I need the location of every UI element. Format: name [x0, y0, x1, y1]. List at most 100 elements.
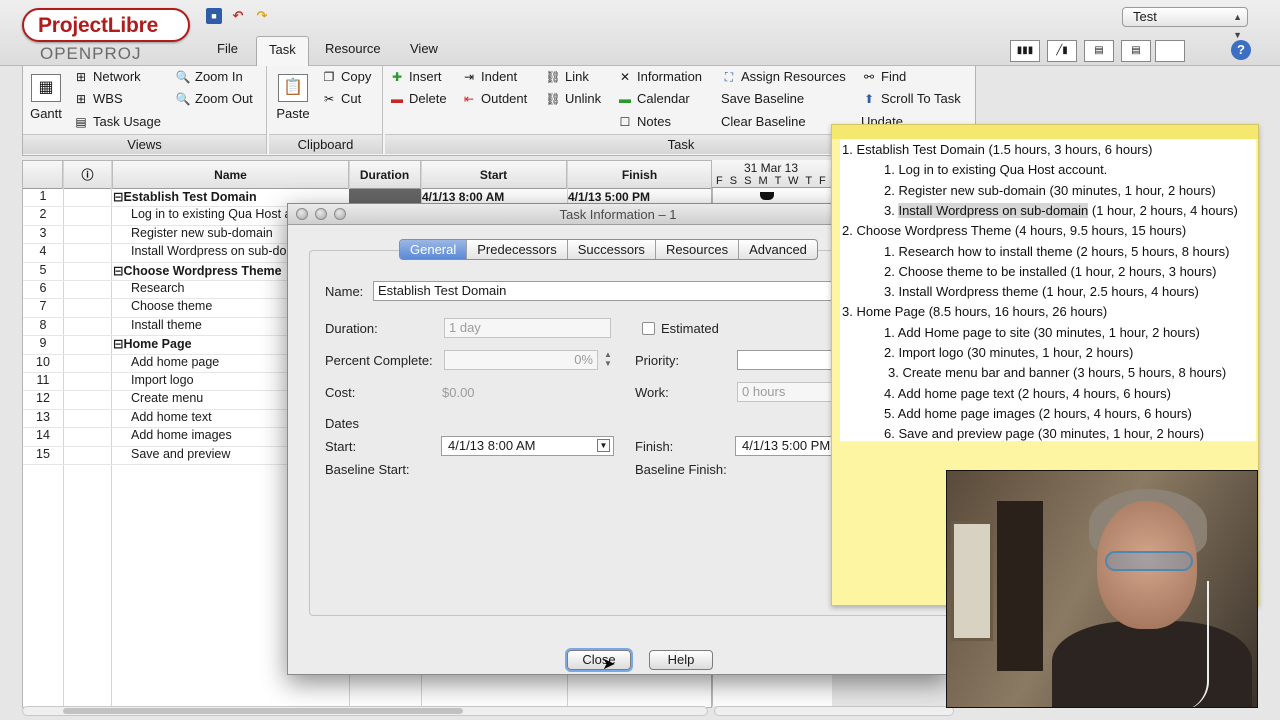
paste-button[interactable]: 📋 Paste: [273, 74, 313, 121]
help-icon[interactable]: ?: [1231, 40, 1251, 60]
minimize-window-icon[interactable]: [315, 208, 327, 220]
note-line-text: 2. Choose Wordpress Theme (4 hours, 9.5 …: [842, 223, 1187, 239]
resource-chart-icon[interactable]: ╱▮: [1047, 40, 1077, 62]
copy-button[interactable]: ❐ Copy: [321, 68, 372, 86]
header-finish[interactable]: Finish: [567, 161, 713, 189]
first-start-cell[interactable]: 4/1/13 8:00 AM: [422, 190, 504, 204]
task-usage-icon[interactable]: ▤: [1084, 40, 1114, 62]
redo-icon[interactable]: ↷: [254, 8, 270, 24]
menu-view[interactable]: View: [398, 36, 450, 64]
estimated-checkbox[interactable]: [642, 322, 655, 335]
information-button[interactable]: ✕ Information: [617, 68, 702, 86]
help-button[interactable]: Help: [649, 650, 713, 670]
assign-resources-button[interactable]: ⛶ Assign Resources: [721, 68, 846, 86]
tab-successors[interactable]: Successors: [568, 240, 656, 259]
close-window-icon[interactable]: [296, 208, 308, 220]
resource-histogram-icon[interactable]: ▮▮▮: [1010, 40, 1040, 62]
save-icon[interactable]: ■: [206, 8, 222, 24]
header-name[interactable]: Name: [113, 161, 349, 189]
work-label: Work:: [635, 385, 669, 400]
delete-label: Delete: [409, 91, 447, 106]
task-name-cell[interactable]: ⊟Establish Test Domain: [113, 189, 353, 204]
task-usage-small-icon: ▤: [75, 115, 87, 129]
header-start[interactable]: Start: [421, 161, 567, 189]
tools-icon: ✕: [619, 70, 631, 84]
timeline-scrollbar[interactable]: [714, 706, 954, 716]
task-usage-button[interactable]: ▤ Task Usage: [73, 113, 161, 131]
finish-date-field[interactable]: 4/1/13 5:00 PM: [735, 436, 843, 456]
find-button[interactable]: ⚯ Find: [861, 68, 906, 86]
outdent-icon: ⇤: [463, 92, 475, 106]
percent-complete-field[interactable]: 0%: [444, 350, 598, 370]
zoom-window-icon[interactable]: [334, 208, 346, 220]
row-id: 12: [36, 391, 50, 406]
tab-general[interactable]: General: [400, 240, 468, 259]
info-icon: ⓘ: [81, 168, 94, 182]
logo-text: ProjectLibre: [38, 14, 159, 37]
note-line-text: 3. Install Wordpress theme (1 hour, 2.5 …: [884, 284, 1199, 300]
start-date-field[interactable]: 4/1/13 8:00 AM ▼: [441, 436, 614, 456]
row-id: 4: [39, 244, 47, 259]
scroll-to-task-button[interactable]: ⬆ Scroll To Task: [861, 90, 961, 108]
tab-predecessors[interactable]: Predecessors: [467, 240, 568, 259]
tab-resources[interactable]: Resources: [656, 240, 740, 259]
tab-advanced[interactable]: Advanced: [739, 240, 817, 259]
note-line-text: 5. Add home page images (2 hours, 4 hour…: [884, 405, 1192, 421]
cut-button[interactable]: ✂ Cut: [321, 90, 361, 108]
calendar-button[interactable]: ▬ Calendar: [617, 90, 690, 108]
zoom-in-button[interactable]: 🔍 Zoom In: [175, 68, 243, 86]
minus-icon: ▬: [391, 92, 403, 106]
zoom-out-label: Zoom Out: [195, 91, 253, 106]
blank-view-icon[interactable]: [1155, 40, 1185, 62]
note-line: 2. Register new sub-domain (30 minutes, …: [884, 183, 1216, 198]
link-button[interactable]: ⛓ Link: [545, 68, 588, 86]
table-scrollbar[interactable]: [22, 706, 708, 716]
duration-field[interactable]: 1 day: [444, 318, 611, 338]
close-button[interactable]: Close: [567, 650, 631, 670]
assign-resources-label: Assign Resources: [741, 69, 846, 84]
indent-button[interactable]: ⇥ Indent: [461, 68, 517, 86]
save-baseline-button[interactable]: Save Baseline: [721, 90, 804, 108]
outdent-label: Outdent: [481, 91, 528, 106]
name-field[interactable]: Establish Test Domain: [373, 281, 843, 301]
row-id: 15: [36, 446, 50, 461]
dropdown-arrow-icon[interactable]: ▼: [597, 439, 610, 452]
notes-button[interactable]: ☐ Notes: [617, 113, 671, 131]
unlink-button[interactable]: ⛓ Unlink: [545, 90, 601, 108]
note-line-text: 1. Add Home page to site (30 minutes, 1 …: [884, 324, 1200, 340]
menu-resource[interactable]: Resource: [313, 36, 393, 64]
find-label: Find: [881, 69, 907, 84]
resource-usage-icon[interactable]: ▤: [1121, 40, 1151, 62]
project-select[interactable]: Test ▲ ▼: [1122, 7, 1248, 40]
outdent-button[interactable]: ⇤ Outdent: [461, 90, 527, 108]
timeline-days: F S S M T W T F: [716, 175, 828, 187]
network-button[interactable]: ⊞ Network: [73, 68, 141, 86]
scroll-thumb[interactable]: [63, 708, 463, 714]
undo-icon[interactable]: ↶: [230, 8, 246, 24]
baseline-start-label: Baseline Start:: [325, 462, 410, 477]
priority-field[interactable]: [737, 350, 843, 370]
webcam-video: [946, 470, 1258, 708]
insert-button[interactable]: ✚ Insert: [389, 68, 442, 86]
summary-bar[interactable]: [760, 192, 774, 200]
wbs-label: WBS: [93, 91, 123, 106]
work-field[interactable]: 0 hours: [737, 382, 843, 402]
delete-button[interactable]: ▬ Delete: [389, 90, 447, 108]
first-finish-cell[interactable]: 4/1/13 5:00 PM: [568, 190, 650, 204]
wbs-button[interactable]: ⊞ WBS: [73, 90, 123, 108]
start-date-value: 4/1/13 8:00 AM: [448, 438, 536, 453]
clear-baseline-button[interactable]: Clear Baseline: [721, 113, 806, 131]
note-line: 6. Save and preview page (30 minutes, 1 …: [884, 426, 1204, 441]
unlink-label: Unlink: [565, 91, 602, 106]
note-line: 4. Add home page text (2 hours, 4 hours,…: [884, 386, 1171, 401]
unlink-icon: ⛓: [545, 92, 561, 106]
stepper-icon[interactable]: ▲ ▼: [602, 350, 614, 370]
header-duration[interactable]: Duration: [349, 161, 421, 189]
menu-task[interactable]: Task: [256, 36, 309, 67]
menu-file[interactable]: File: [205, 36, 250, 64]
paste-icon: 📋: [278, 74, 308, 102]
zoom-out-button[interactable]: 🔍 Zoom Out: [175, 90, 253, 108]
presenter-body: [1052, 621, 1252, 707]
gantt-button[interactable]: ▦ Gantt: [27, 74, 65, 121]
dialog-tabs: General Predecessors Successors Resource…: [399, 239, 818, 260]
